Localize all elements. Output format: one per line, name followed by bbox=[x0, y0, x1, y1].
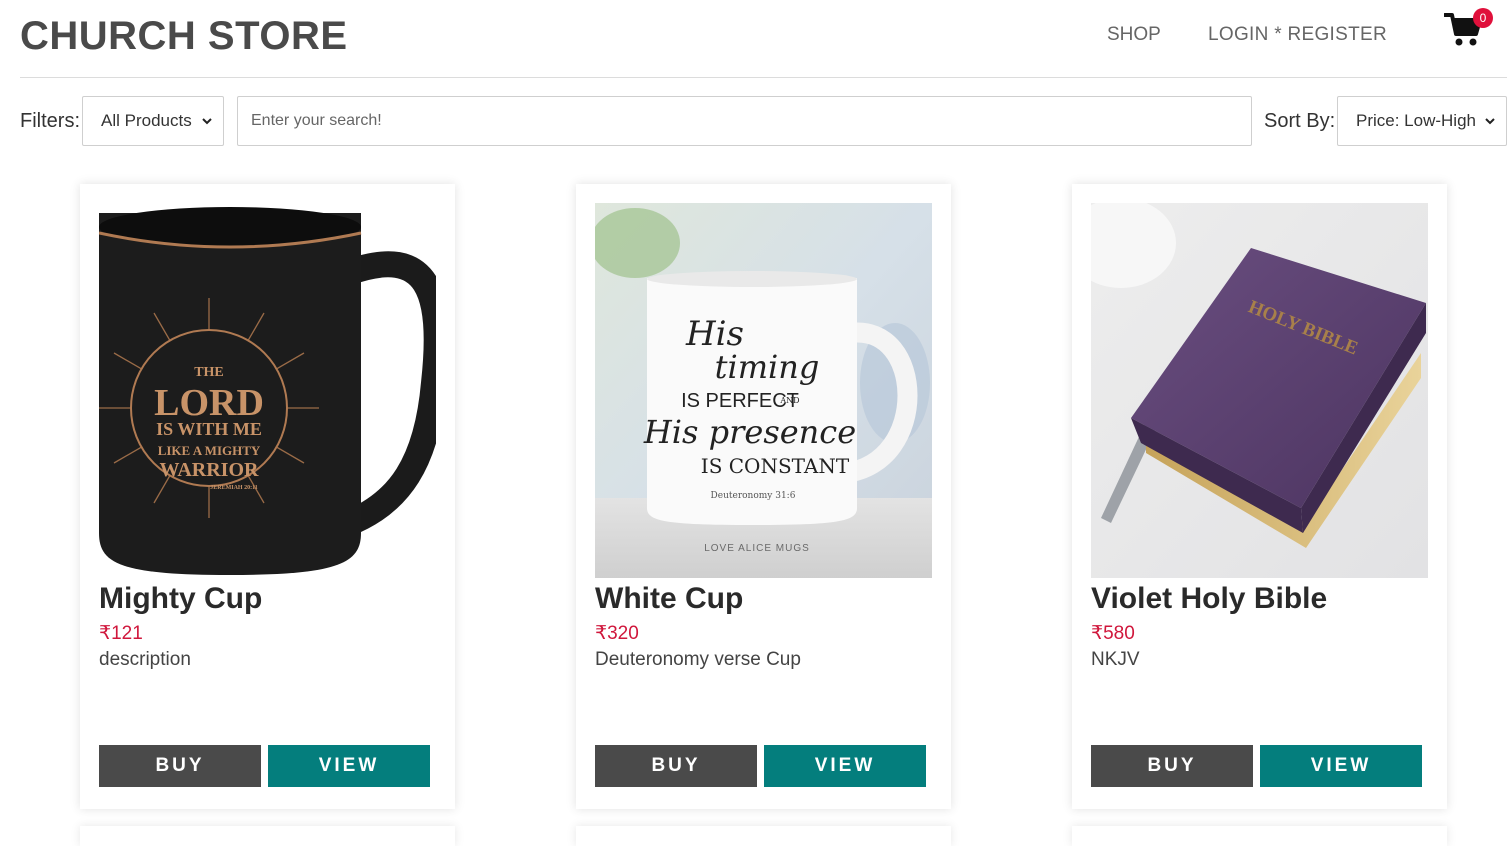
nav-shop-link[interactable]: SHOP bbox=[1107, 24, 1161, 46]
cart-count-badge: 0 bbox=[1473, 8, 1493, 28]
product-description: NKJV bbox=[1091, 649, 1140, 670]
search-input[interactable] bbox=[237, 96, 1252, 146]
mug-text-like-a-mighty: LIKE A MIGHTY bbox=[158, 443, 261, 458]
product-image-white-cup[interactable]: His timing IS PERFECT AND His presence I… bbox=[595, 203, 932, 578]
product-card: His timing IS PERFECT AND His presence I… bbox=[576, 184, 951, 809]
image-watermark: LOVE ALICE MUGS bbox=[704, 543, 810, 554]
view-button[interactable]: VIEW bbox=[268, 745, 430, 787]
product-card: HOLY BIBLE Violet Holy Bible ₹580 NKJV B… bbox=[1072, 184, 1447, 809]
filter-select[interactable]: All Products bbox=[82, 96, 224, 146]
chevron-down-icon bbox=[1485, 118, 1495, 125]
product-card-next-row bbox=[80, 826, 455, 846]
product-title[interactable]: White Cup bbox=[595, 582, 743, 616]
mug-text-is-with-me: IS WITH ME bbox=[156, 419, 262, 439]
product-price: ₹580 bbox=[1091, 623, 1135, 644]
buy-button[interactable]: BUY bbox=[99, 745, 261, 787]
view-button[interactable]: VIEW bbox=[1260, 745, 1422, 787]
filters-label: Filters: bbox=[20, 110, 80, 132]
sort-select[interactable]: Price: Low-High bbox=[1337, 96, 1507, 146]
product-image-violet-holy-bible[interactable]: HOLY BIBLE bbox=[1091, 203, 1428, 578]
buy-button[interactable]: BUY bbox=[595, 745, 757, 787]
view-button[interactable]: VIEW bbox=[764, 745, 926, 787]
site-header: CHURCH STORE SHOP LOGIN * REGISTER 0 bbox=[20, 0, 1507, 78]
mug-text-his-presence: His presence bbox=[643, 413, 856, 451]
sort-select-value: Price: Low-High bbox=[1356, 111, 1476, 130]
product-price: ₹121 bbox=[99, 623, 143, 644]
nav-login-register-link[interactable]: LOGIN * REGISTER bbox=[1208, 24, 1387, 46]
mug-text-timing: timing bbox=[715, 348, 820, 386]
product-card-next-row bbox=[576, 826, 951, 846]
filter-select-value: All Products bbox=[101, 111, 192, 130]
product-description: description bbox=[99, 649, 191, 670]
mug-text-verse: Deuteronomy 31:6 bbox=[711, 491, 796, 501]
cart-button[interactable]: 0 bbox=[1444, 8, 1493, 52]
mug-text-the: THE bbox=[194, 365, 224, 380]
sort-by-label: Sort By: bbox=[1264, 110, 1336, 132]
mug-text-lord: LORD bbox=[154, 382, 264, 424]
product-title[interactable]: Mighty Cup bbox=[99, 582, 262, 616]
chevron-down-icon bbox=[202, 118, 212, 125]
product-card-next-row bbox=[1072, 826, 1447, 846]
product-card: THE LORD IS WITH ME LIKE A MIGHTY WARRIO… bbox=[80, 184, 455, 809]
product-image-mighty-cup[interactable]: THE LORD IS WITH ME LIKE A MIGHTY WARRIO… bbox=[99, 203, 436, 578]
mug-text-verse: JEREMIAH 20:11 bbox=[210, 485, 258, 491]
product-description: Deuteronomy verse Cup bbox=[595, 649, 801, 670]
product-price: ₹320 bbox=[595, 623, 639, 644]
mug-text-is-constant: IS CONSTANT bbox=[701, 454, 850, 478]
mug-text-and: AND bbox=[779, 396, 799, 405]
product-title[interactable]: Violet Holy Bible bbox=[1091, 582, 1327, 616]
brand-logo[interactable]: CHURCH STORE bbox=[20, 14, 348, 59]
mug-text-warrior: WARRIOR bbox=[160, 459, 259, 481]
buy-button[interactable]: BUY bbox=[1091, 745, 1253, 787]
